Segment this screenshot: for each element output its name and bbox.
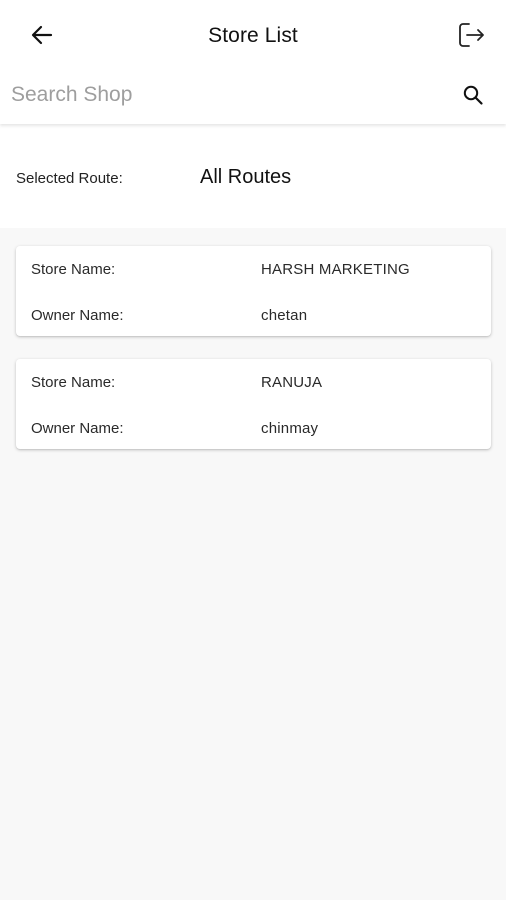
- owner-name-value: chetan: [261, 307, 308, 324]
- store-list-screen: Store List Selected Route: All Routes St…: [0, 0, 506, 900]
- app-header: Store List: [0, 0, 506, 124]
- search-bar: [0, 70, 506, 120]
- page-title: Store List: [208, 24, 298, 47]
- store-name-label: Store Name:: [31, 261, 116, 278]
- route-dropdown[interactable]: All Routes: [200, 166, 291, 189]
- store-name-value: RANUJA: [261, 374, 323, 391]
- search-icon: [463, 85, 483, 105]
- store-card[interactable]: Store Name: HARSH MARKETING Owner Name: …: [16, 246, 491, 336]
- route-selector: Selected Route: All Routes: [0, 124, 506, 228]
- owner-name-value: chinmay: [261, 420, 319, 437]
- search-button[interactable]: [458, 80, 488, 110]
- logout-icon: [459, 23, 484, 47]
- store-card[interactable]: Store Name: RANUJA Owner Name: chinmay: [16, 359, 491, 449]
- logout-button[interactable]: [454, 18, 488, 52]
- store-name-label: Store Name:: [31, 374, 116, 391]
- route-label: Selected Route:: [16, 170, 123, 187]
- owner-name-label: Owner Name:: [31, 307, 124, 324]
- search-input[interactable]: [11, 76, 441, 114]
- store-name-value: HARSH MARKETING: [261, 261, 410, 278]
- owner-name-label: Owner Name:: [31, 420, 124, 437]
